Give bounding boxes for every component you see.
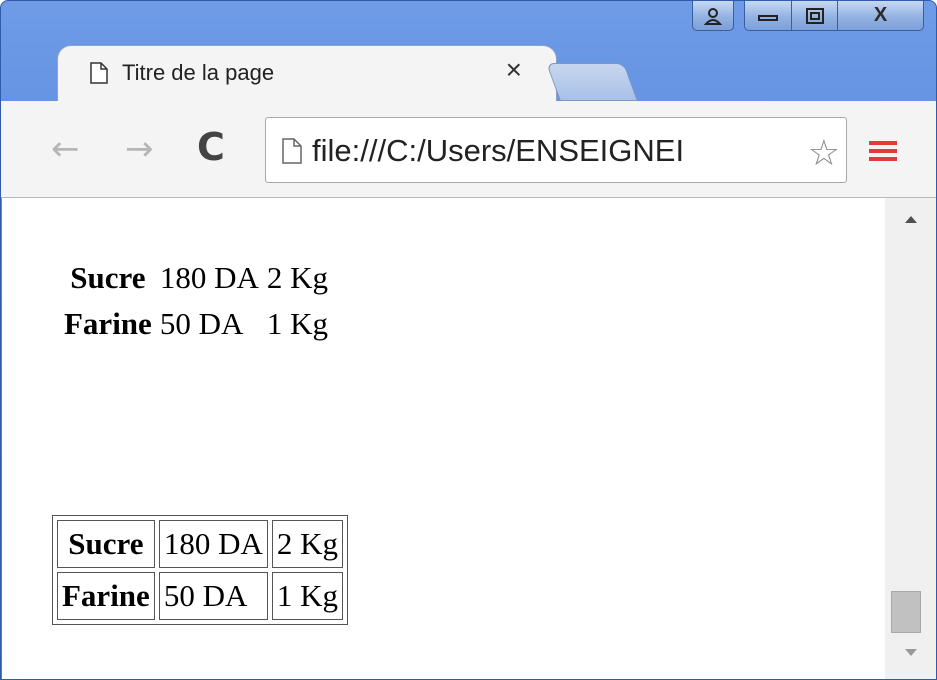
tab-close-icon[interactable]: × [506,54,522,86]
product-price: 180 DA [158,520,268,568]
table-row: Sucre 180 DA 2 Kg [64,260,328,296]
scrollbar-thumb[interactable] [891,591,921,633]
close-icon: X [873,4,888,26]
vertical-scrollbar[interactable] [885,198,936,679]
maximize-button[interactable] [792,1,838,31]
bordered-product-table: Sucre 180 DA 2 Kg Farine 50 DA 1 Kg [52,515,348,625]
user-icon [704,7,722,25]
forward-arrow-icon[interactable]: → [125,129,154,169]
address-text[interactable]: file:///C:/Users/ENSEIGNEI [312,133,794,169]
product-name: Sucre [70,260,146,295]
product-name: Farine [64,306,152,341]
scroll-down-arrow-icon[interactable] [905,649,917,656]
product-qty: 2 Kg [266,260,328,295]
browser-window: X Titre de la page × ← → C file:///C:/Us… [0,0,937,680]
menu-icon[interactable] [869,141,897,161]
product-price: 50 DA [159,306,244,341]
table-row: Farine 50 DA 1 Kg [57,572,343,620]
new-tab-button[interactable] [546,63,638,101]
product-qty: 1 Kg [271,572,343,620]
product-name: Farine [57,572,155,620]
active-tab[interactable]: Titre de la page × [57,45,557,103]
back-arrow-icon[interactable]: ← [51,129,80,169]
table-row: Sucre 180 DA 2 Kg [57,520,343,568]
close-window-button[interactable]: X [838,1,924,31]
plain-product-table: Sucre 180 DA 2 Kg Farine 50 DA 1 Kg [56,250,336,352]
page-content: Sucre 180 DA 2 Kg Farine 50 DA 1 Kg Sucr… [2,198,885,679]
bookmark-star-icon[interactable]: ☆ [808,132,840,174]
product-qty: 1 Kg [266,306,328,341]
product-qty: 2 Kg [271,520,343,568]
page-icon [90,62,108,84]
window-caption-buttons: X [692,1,924,35]
tab-title: Titre de la page [122,60,275,85]
product-price: 180 DA [159,260,259,295]
address-bar[interactable]: file:///C:/Users/ENSEIGNEI ☆ [265,117,847,183]
product-name: Sucre [57,520,155,568]
maximize-icon [805,7,824,24]
browser-toolbar: ← → C file:///C:/Users/ENSEIGNEI ☆ [1,101,936,198]
product-price: 50 DA [158,572,268,620]
user-profile-button[interactable] [692,1,734,31]
reload-icon[interactable]: C [197,125,225,169]
minimize-button[interactable] [744,1,792,31]
page-icon [282,138,302,164]
minimize-icon [758,14,778,21]
scroll-up-arrow-icon[interactable] [905,216,917,223]
table-row: Farine 50 DA 1 Kg [64,306,328,342]
